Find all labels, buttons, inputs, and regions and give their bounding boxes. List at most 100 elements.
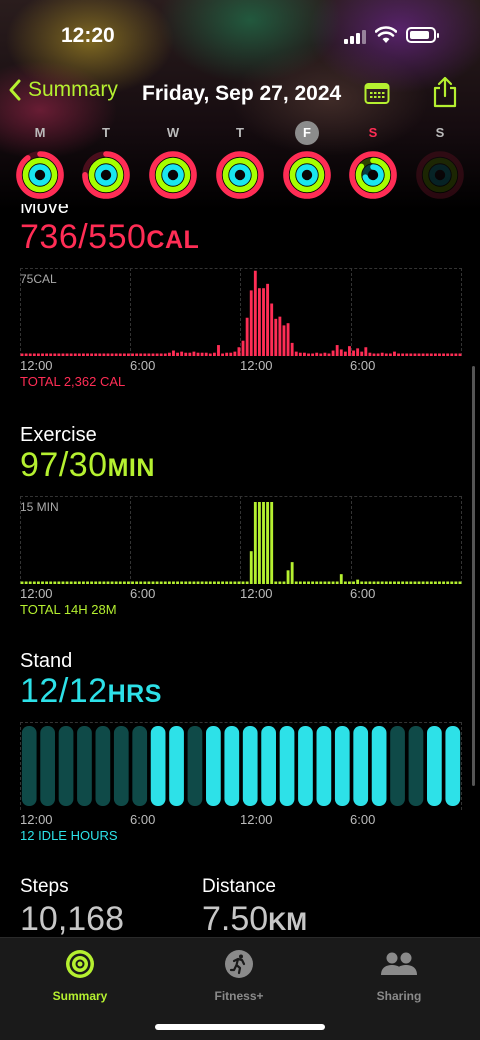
chart-bar [266, 283, 270, 356]
move-unit: CAL [146, 226, 200, 254]
chart-bar [364, 581, 368, 584]
exercise-value: 97/30MIN [20, 446, 155, 485]
stand-hour-bar [408, 726, 424, 806]
stand-hour-bar [21, 726, 37, 806]
tab-fitness-plus[interactable]: Fitness+ [169, 948, 309, 1003]
chart-bar [405, 581, 409, 584]
chart-bar [73, 581, 77, 584]
chart-bar [360, 351, 364, 356]
chart-bar [278, 316, 282, 356]
chart-bar [188, 581, 192, 584]
share-icon[interactable] [432, 76, 458, 108]
chart-bar [446, 581, 450, 584]
chart-bar [69, 353, 73, 356]
chart-bar [413, 353, 417, 356]
chart-bar [311, 581, 315, 584]
exercise-chart: 15 MIN [20, 496, 462, 584]
day-column[interactable]: S [410, 120, 470, 200]
exercise-section: Exercise 97/30MIN 15 MIN 12:00 6:00 12:0… [0, 424, 480, 624]
chart-bar [438, 353, 441, 356]
chart-bar [122, 353, 126, 356]
stand-value: 12/12HRS [20, 672, 162, 711]
chart-bar [253, 502, 257, 584]
chart-bar [417, 353, 421, 356]
chart-bar [368, 581, 372, 584]
tab-sharing[interactable]: Sharing [329, 948, 469, 1003]
stand-hour-bar [261, 726, 276, 806]
distance-unit: KM [268, 908, 308, 936]
stand-hour-bar [224, 726, 240, 806]
day-label: S [435, 125, 445, 140]
chart-bar [413, 581, 417, 584]
home-indicator[interactable] [155, 1024, 325, 1030]
day-column[interactable]: T [210, 120, 270, 200]
chart-bar [163, 581, 167, 584]
steps-label: Steps [20, 876, 69, 897]
tab-summary-label: Summary [52, 989, 108, 1003]
scroll-indicator[interactable] [472, 366, 475, 786]
chart-bar [348, 581, 351, 584]
chart-bar [343, 351, 347, 356]
chart-bar [339, 574, 343, 584]
chart-bar [417, 581, 421, 584]
distance-label: Distance [202, 876, 276, 897]
chart-bar [127, 353, 130, 356]
chart-bar [127, 581, 130, 584]
day-column[interactable]: F [277, 120, 337, 200]
week-rings: MTWTFSS [0, 120, 480, 206]
back-button[interactable]: Summary [8, 78, 118, 102]
tab-summary[interactable]: Summary [10, 948, 150, 1003]
cellular-signal-icon [344, 29, 368, 44]
day-column[interactable]: T [76, 120, 136, 200]
chart-bar [159, 353, 163, 356]
day-column[interactable]: M [10, 120, 70, 200]
chart-bar [266, 502, 270, 584]
calendar-icon[interactable] [364, 81, 390, 105]
stand-hour-bar [95, 726, 111, 806]
chevron-left-icon [9, 79, 21, 101]
exercise-value-number: 97/30 [20, 446, 108, 484]
chart-bar [53, 353, 57, 356]
day-column[interactable]: S [343, 120, 403, 200]
chart-bar [32, 353, 36, 356]
activity-app: { "status": {"time": "12:20"}, "nav": {"… [0, 0, 480, 1040]
stand-hour-bar [390, 726, 405, 806]
exercise-title: Exercise [20, 424, 97, 446]
chart-bar [94, 581, 98, 584]
chart-bar [237, 347, 241, 356]
stand-hour-bar [206, 726, 221, 806]
stand-hour-bar [371, 726, 387, 806]
chart-bar [278, 581, 282, 584]
activity-ring-icon [416, 151, 464, 199]
chart-bar [393, 351, 396, 356]
chart-bar [294, 581, 298, 584]
chart-bar [307, 353, 310, 356]
stand-bars [21, 726, 461, 806]
page-title: Friday, Sep 27, 2024 [142, 82, 342, 105]
chart-bar [147, 581, 151, 584]
chart-bar [196, 352, 200, 356]
chart-bar [77, 581, 81, 584]
stand-title: Stand [20, 650, 73, 672]
chart-bar [286, 323, 290, 356]
chart-bar [372, 581, 376, 584]
chart-bar [270, 303, 274, 356]
day-column[interactable]: W [143, 120, 203, 200]
chart-bar [241, 581, 245, 584]
chart-bar [323, 581, 327, 584]
chart-bar [438, 581, 441, 584]
chart-bar [327, 581, 331, 584]
chart-bar [331, 581, 335, 584]
chart-bar [393, 581, 396, 584]
chart-bar [425, 581, 429, 584]
move-x-tick: 6:00 [350, 358, 376, 373]
chart-bar [90, 353, 94, 356]
stand-x-tick: 6:00 [350, 812, 376, 827]
chart-bar [421, 581, 425, 584]
chart-bar [98, 353, 102, 356]
chart-bar [196, 581, 200, 584]
chart-bar [282, 325, 286, 356]
chart-bar [429, 581, 433, 584]
stand-section: Stand 12/12HRS 12:00 6:00 12:00 6:00 12 … [0, 650, 480, 850]
activity-rings-icon [66, 950, 94, 978]
